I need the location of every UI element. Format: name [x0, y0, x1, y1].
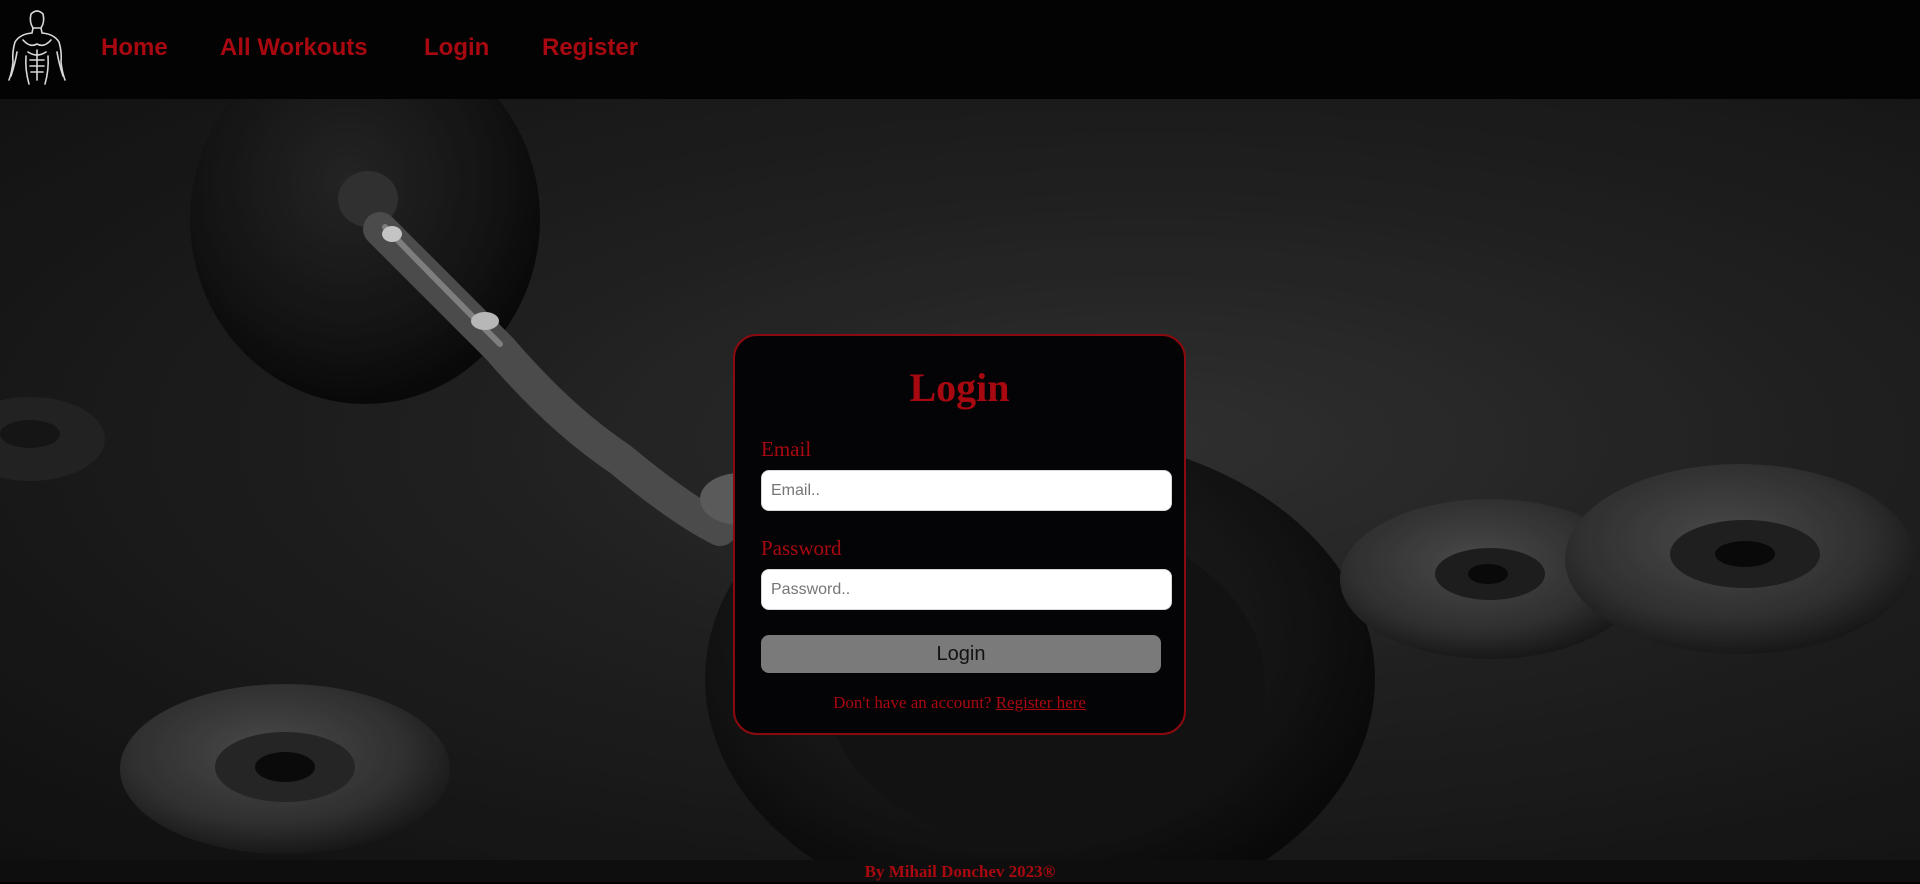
nav-link-all-workouts[interactable]: All Workouts: [220, 34, 368, 62]
register-here-link[interactable]: Register here: [996, 693, 1086, 712]
login-submit-button[interactable]: Login: [761, 635, 1161, 673]
nav-link-home[interactable]: Home: [101, 34, 168, 62]
password-input[interactable]: [761, 569, 1172, 610]
password-label: Password: [761, 536, 842, 560]
footer-credit: By Mihail Donchev 2023®: [864, 862, 1056, 881]
nav-link-login[interactable]: Login: [424, 34, 489, 62]
login-card: Login Email Password Login Don't have an…: [733, 334, 1186, 735]
register-prompt-text: Don't have an account?: [833, 693, 996, 712]
login-title: Login: [909, 365, 1010, 410]
email-label: Email: [761, 437, 812, 461]
register-prompt: Don't have an account? Register here: [735, 693, 1184, 713]
bodybuilder-logo-icon[interactable]: [6, 6, 68, 88]
navbar: Home All Workouts Login Register: [0, 0, 1920, 99]
email-input[interactable]: [761, 470, 1172, 511]
footer: By Mihail Donchev 2023®: [0, 860, 1920, 882]
nav-link-register[interactable]: Register: [542, 34, 638, 62]
gym-background-image: Login Email Password Login Don't have an…: [0, 99, 1920, 860]
